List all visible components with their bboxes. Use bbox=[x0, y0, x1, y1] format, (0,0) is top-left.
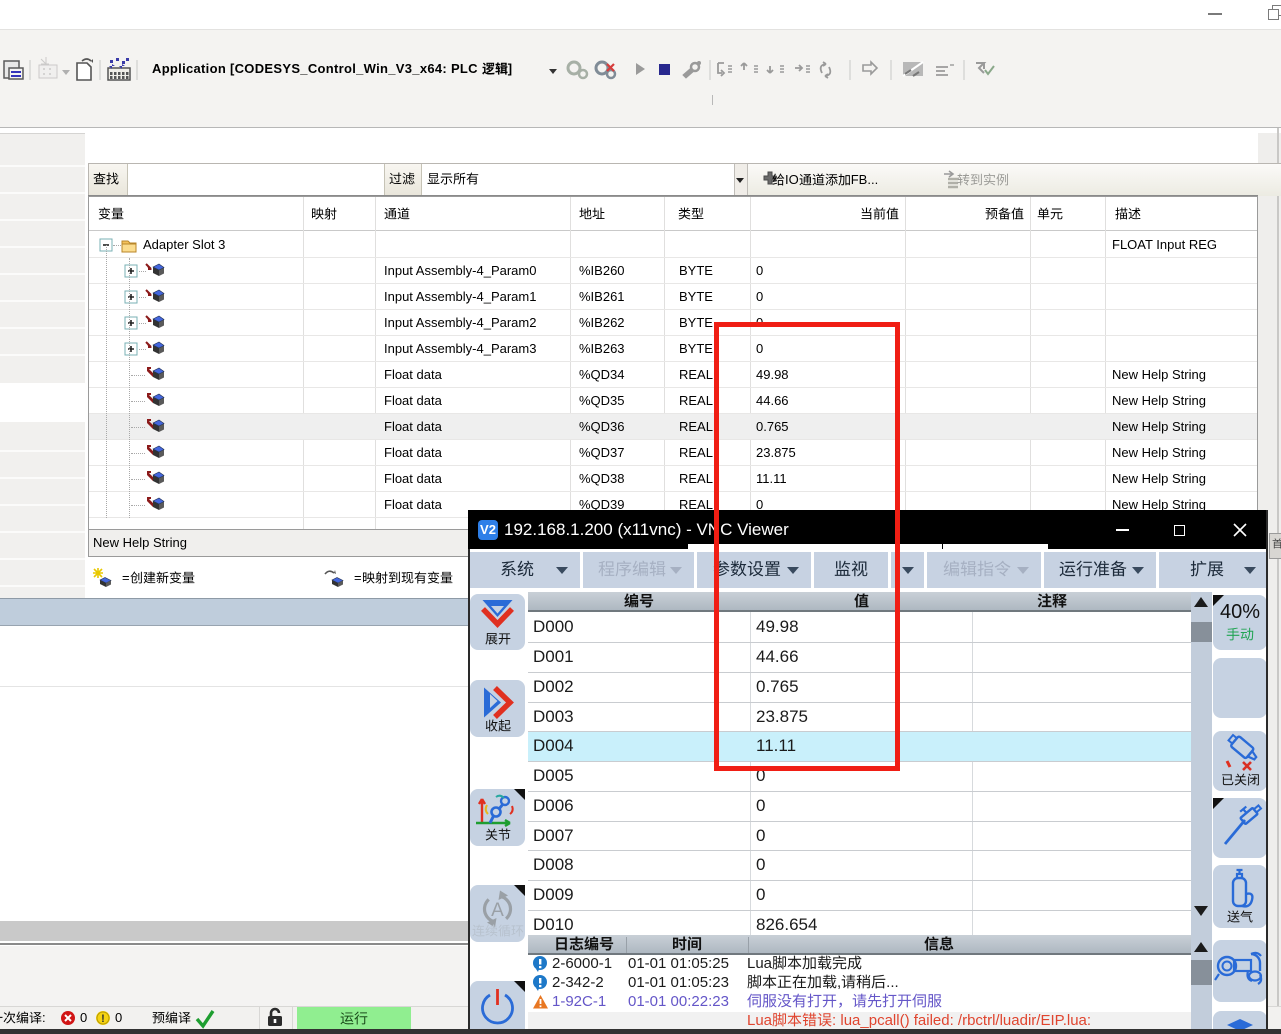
svg-text:A: A bbox=[491, 900, 504, 921]
svg-text:!: ! bbox=[101, 1013, 105, 1025]
